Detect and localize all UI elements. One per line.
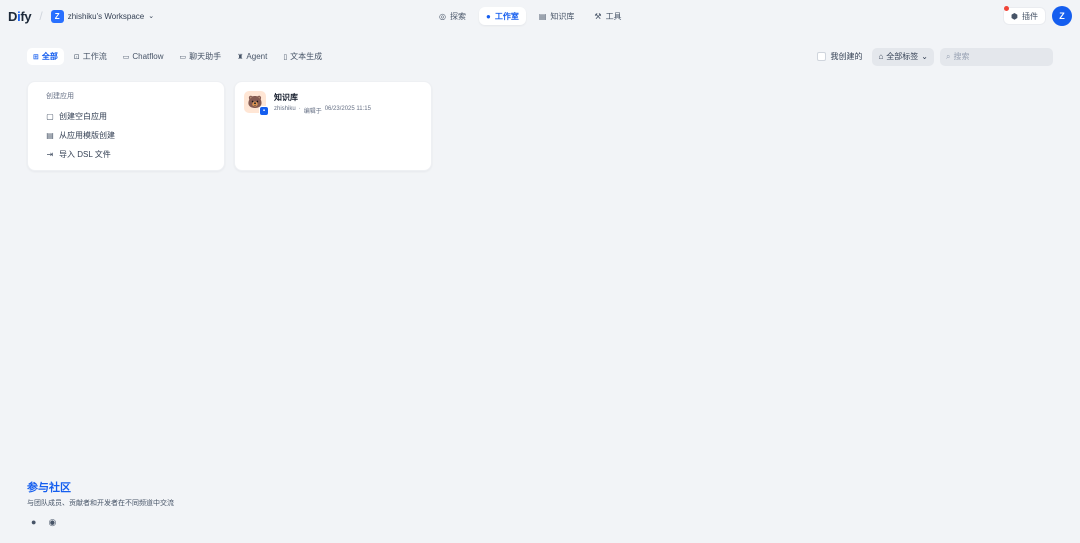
created-by-me-toggle[interactable]: 我创建的	[817, 51, 862, 62]
search-input[interactable]	[953, 52, 1044, 61]
tab-chat-assistant-label: 聊天助手	[189, 52, 222, 61]
import-dsl-label: 导入 DSL 文件	[59, 150, 111, 159]
import-icon: ⇥	[46, 150, 54, 159]
compass-icon: ◎	[439, 11, 446, 21]
tab-agent[interactable]: ♜ Agent	[231, 48, 273, 65]
tab-workflow[interactable]: ⊡ 工作流	[68, 48, 113, 65]
filter-bar: ⊞ 全部 ⊡ 工作流 ▭ Chatflow ▭ 聊天助手 ♜ Agent ▯ 文…	[27, 47, 1053, 66]
app-meta: zhishiku · 编辑于 06/23/2025 11:15	[274, 106, 371, 115]
create-app-card: 创建应用 ▢ 创建空白应用 ▤ 从应用模版创建 ⇥ 导入 DSL 文件	[27, 81, 225, 171]
tab-chatflow[interactable]: ▭ Chatflow	[117, 48, 170, 65]
dify-logo[interactable]: Dify	[8, 8, 32, 24]
app-edited-time: 06/23/2025 11:15	[324, 106, 371, 112]
create-app-title: 创建应用	[46, 93, 74, 100]
workspace-badge: Z	[50, 9, 64, 23]
tab-chat-assistant[interactable]: ▭ 聊天助手	[174, 48, 228, 65]
tab-text-generation[interactable]: ▯ 文本生成	[277, 48, 328, 65]
nav-knowledge[interactable]: ▤ 知识库	[532, 7, 582, 25]
template-icon: ▤	[46, 131, 54, 140]
chat-icon: ▭	[179, 53, 187, 61]
agent-icon: ♜	[237, 53, 244, 61]
meta-dot: ·	[298, 106, 301, 112]
chatflow-icon: ▭	[122, 53, 130, 61]
search-icon: ⌕	[946, 51, 951, 61]
logo-text-pre: D	[8, 8, 18, 24]
tab-all-label: 全部	[41, 52, 58, 61]
create-from-template-label: 从应用模版创建	[59, 131, 115, 140]
app-name: 知识库	[274, 93, 298, 102]
plugins-button[interactable]: ⬢ 插件	[1003, 6, 1046, 25]
notification-dot	[1004, 6, 1010, 11]
nav-tools[interactable]: ⚒ 工具	[587, 7, 628, 25]
nav-knowledge-label: 知识库	[550, 11, 575, 21]
community-description: 与团队成员、贡献者和开发者在不同频道中交流	[27, 500, 174, 507]
community-section: 参与社区 与团队成员、贡献者和开发者在不同频道中交流 ● ◉	[27, 479, 174, 528]
filter-controls: 我创建的 ⌂ 全部标签 ⌄ ⌕	[817, 47, 1053, 66]
plugin-icon: ⬢	[1011, 11, 1018, 21]
workflow-icon: ⊡	[73, 53, 80, 61]
app-author: zhishiku	[274, 106, 296, 112]
wrench-icon: ⚒	[594, 11, 602, 21]
workspace-name: zhishiku's Workspace	[67, 11, 145, 21]
community-title: 参与社区	[27, 482, 71, 494]
app-info: 知识库 zhishiku · 编辑于 06/23/2025 11:15	[274, 91, 371, 115]
tab-all[interactable]: ⊞ 全部	[27, 48, 64, 65]
app-edited-label: 编辑于	[303, 109, 322, 115]
chevron-down-icon: ⌄	[148, 13, 155, 20]
tab-workflow-label: 工作流	[82, 52, 107, 61]
chevron-down-icon: ⌄	[921, 52, 928, 61]
main-nav: ◎ 探索 ● 工作室 ▤ 知识库 ⚒ 工具	[432, 7, 629, 25]
create-from-template-button[interactable]: ▤ 从应用模版创建	[46, 126, 206, 145]
plugins-label: 插件	[1022, 11, 1038, 21]
tag-icon: ⌂	[878, 52, 884, 61]
top-bar: Dify / Z zhishiku's Workspace ⌄ ◎ 探索 ● 工…	[0, 0, 1080, 32]
github-icon[interactable]: ●	[31, 517, 36, 528]
tag-filter-select[interactable]: ⌂ 全部标签 ⌄	[872, 47, 934, 66]
text-icon: ▯	[283, 53, 288, 61]
search-box: ⌕	[940, 47, 1053, 66]
import-dsl-button[interactable]: ⇥ 导入 DSL 文件	[46, 145, 206, 164]
app-avatar: 🐻 ▪	[244, 91, 269, 116]
create-blank-app-button[interactable]: ▢ 创建空白应用	[46, 107, 206, 126]
app-type-tabs: ⊞ 全部 ⊡ 工作流 ▭ Chatflow ▭ 聊天助手 ♜ Agent ▯ 文…	[27, 48, 328, 65]
file-plus-icon: ▢	[46, 112, 54, 121]
discord-icon[interactable]: ◉	[48, 517, 56, 528]
nav-explore[interactable]: ◎ 探索	[432, 7, 473, 25]
community-links: ● ◉	[27, 517, 174, 528]
app-card[interactable]: 🐻 ▪ 知识库 zhishiku · 编辑于 06/23/2025 11:15	[234, 81, 432, 171]
header-right: ⬢ 插件 Z	[1003, 6, 1072, 26]
nav-studio-label: 工作室	[494, 11, 519, 21]
nav-tools-label: 工具	[605, 11, 622, 21]
create-blank-app-label: 创建空白应用	[59, 112, 107, 121]
app-card-header: 🐻 ▪ 知识库 zhishiku · 编辑于 06/23/2025 11:15	[244, 91, 422, 116]
book-icon: ▤	[538, 11, 547, 21]
nav-explore-label: 探索	[449, 11, 466, 21]
header-left: Dify / Z zhishiku's Workspace ⌄	[8, 9, 154, 24]
nav-studio[interactable]: ● 工作室	[478, 7, 526, 25]
grid-icon: ⊞	[33, 53, 39, 61]
created-by-me-checkbox[interactable]	[817, 52, 827, 61]
robot-icon: ●	[485, 11, 491, 21]
tab-chatflow-label: Chatflow	[132, 52, 164, 61]
tab-text-generation-label: 文本生成	[290, 52, 323, 61]
user-avatar[interactable]: Z	[1052, 6, 1072, 26]
tab-agent-label: Agent	[246, 52, 268, 61]
workspace-switcher[interactable]: Z zhishiku's Workspace ⌄	[50, 9, 155, 23]
logo-text-post: fy	[20, 8, 32, 24]
tag-filter-label: 全部标签	[886, 52, 919, 61]
app-type-badge-icon: ▪	[259, 106, 269, 116]
created-by-me-label: 我创建的	[830, 52, 863, 61]
header-divider: /	[39, 9, 43, 23]
